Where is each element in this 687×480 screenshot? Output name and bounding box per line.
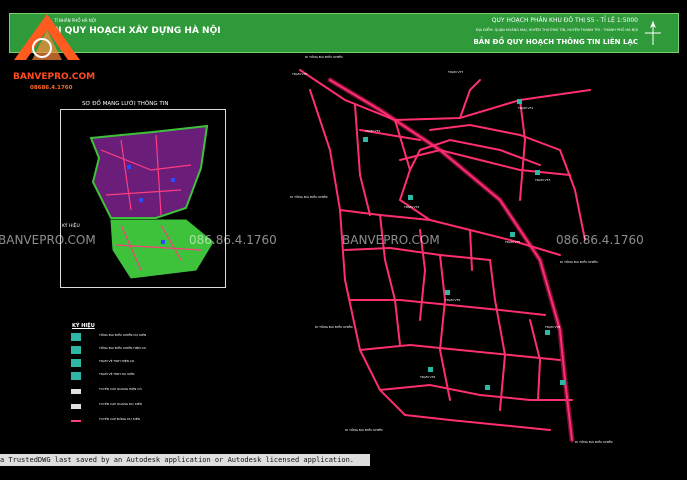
legend-swatch-icon [71, 372, 81, 380]
map-label: TRẠM VT0 [292, 72, 308, 76]
legend-item: TUYẾN CÁP ĐỒNG DỰ KIẾN [71, 417, 140, 422]
legend-item: TRẠM VỆ TINH HIỆN CÓ [71, 359, 134, 367]
map-label: TRẠM VT5 [505, 240, 521, 244]
map-label: TRẠM VT2 [365, 129, 381, 133]
legend-item: TUYẾN CÁP QUANG DỰ KIẾN [71, 402, 142, 409]
map-label: DI TỔNG ĐÀI ĐIỀU KHIỂN [345, 428, 383, 432]
legend-swatch-icon [71, 404, 81, 409]
legend-swatch-icon [71, 359, 81, 367]
map-label: TRẠM VT3 [535, 178, 551, 182]
legend-swatch-icon [71, 389, 81, 394]
legend-swatch-icon [71, 346, 81, 354]
watermark-text: 086.86.4.1760 [556, 233, 644, 247]
map-label: DI TỔNG ĐÀI ĐIỀU KHIỂN [305, 55, 343, 59]
map-label: TRẠM VT1 [518, 106, 534, 110]
legend-item: TỔNG ĐÀI ĐIỀU KHIỂN HIỆN CÓ [71, 346, 146, 354]
road-network [299, 69, 591, 441]
legend-item: TỔNG ĐÀI ĐIỀU KHIỂN DỰ KIẾN [71, 333, 146, 341]
legend-item: TRẠM VỆ TINH DỰ KIẾN [71, 372, 134, 380]
legend-swatch-icon [71, 333, 81, 341]
map-label: TRẠM VT4 [404, 205, 420, 209]
watermark-text: BANVEPRO.COM [342, 233, 440, 247]
legend-item: TUYẾN CÁP QUANG HIỆN CÓ [71, 387, 142, 394]
map-label: DI TỔNG ĐÀI ĐIỀU KHIỂN [560, 260, 598, 264]
map-label: TRẠM VT6 [445, 298, 461, 302]
status-bar: a TrustedDWG last saved by an Autodesk a… [0, 454, 370, 466]
map-label: TRẠM VT9 [420, 375, 436, 379]
watermark-text: BANVEPRO.COM [0, 233, 96, 247]
legend-heading: KÝ HIỆU [72, 323, 95, 329]
map-label: DI TỔNG ĐÀI ĐIỀU KHIỂN [315, 325, 353, 329]
legend-swatch-icon [71, 420, 81, 422]
map-label: DI TỔNG ĐÀI ĐIỀU KHIỂN [575, 440, 613, 444]
watermark-text: 086.86.4.1760 [189, 233, 277, 247]
map-label: DI TỔNG ĐÀI ĐIỀU KHIỂN [290, 195, 328, 199]
map-label: TRẠM VT7 [448, 70, 464, 74]
map-label: TRẠM VT8 [545, 325, 561, 329]
